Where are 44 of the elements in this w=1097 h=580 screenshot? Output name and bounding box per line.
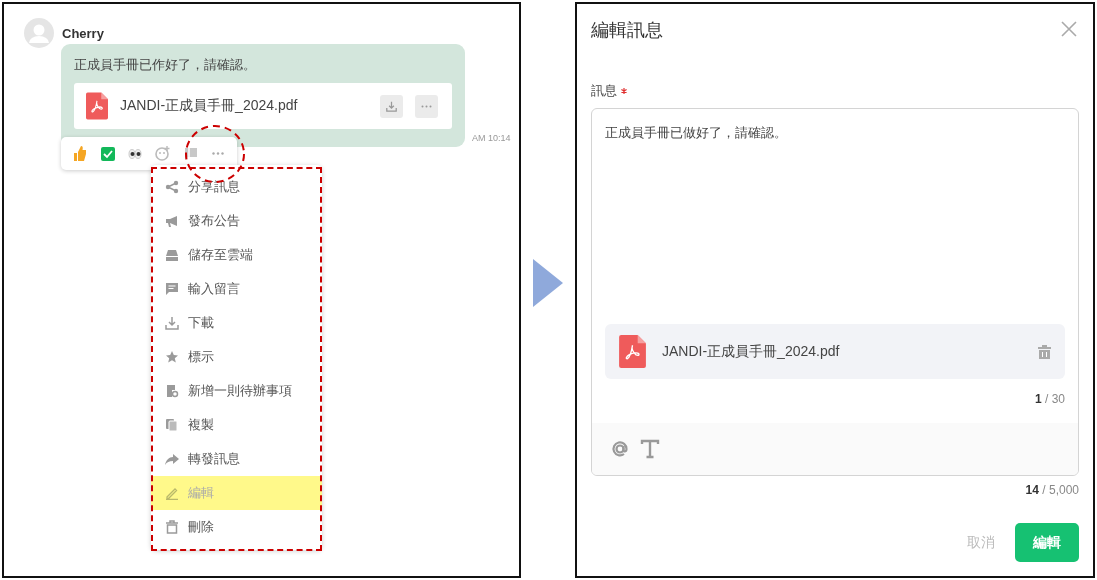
download-button[interactable] (380, 94, 403, 118)
message-value: 正成員手冊已做好了，請確認。 (604, 124, 788, 142)
menu-item[interactable]: 刪除 (151, 510, 322, 544)
avatar (24, 18, 54, 48)
more-icon (421, 104, 432, 108)
pdf-file-icon (619, 335, 646, 368)
dialog-title: 編輯訊息 (591, 19, 663, 42)
more-button[interactable] (415, 94, 438, 118)
star-icon (165, 350, 179, 364)
thumbs-up-icon[interactable] (71, 144, 89, 163)
check-icon[interactable] (98, 144, 117, 163)
message-text: 正成員手冊已作好了，請確認。 (74, 56, 257, 74)
mention-icon[interactable] (610, 439, 630, 459)
forward-icon (165, 452, 179, 466)
character-counter: 14 / 5,000 (1024, 483, 1079, 497)
drive-icon (165, 248, 179, 262)
trash-icon (165, 520, 179, 534)
menu-item[interactable]: 發布公告 (151, 204, 322, 238)
megaphone-icon (165, 214, 179, 228)
file-name: JANDI-正成員手冊_2024.pdf (662, 342, 841, 361)
sender-name: Cherry (62, 25, 104, 41)
pencil-icon (165, 486, 179, 500)
todo-icon (165, 384, 179, 398)
arrow-icon (533, 259, 563, 307)
share-icon (165, 180, 179, 194)
download-icon (165, 316, 179, 330)
menu-item[interactable]: 儲存至雲端 (151, 238, 322, 272)
file-name: JANDI-正成員手冊_2024.pdf (120, 97, 299, 115)
menu-item[interactable]: 下載 (151, 306, 322, 340)
message-time: AM 10:14 (472, 133, 511, 143)
menu-item[interactable]: 轉發訊息 (151, 442, 322, 476)
file-counter: 1 / 30 (1033, 391, 1066, 408)
menu-item[interactable]: 輸入留言 (151, 272, 322, 306)
download-icon (386, 100, 397, 112)
copy-icon (165, 418, 179, 432)
text-format-icon[interactable] (640, 439, 660, 459)
field-label: 訊息 (591, 82, 617, 100)
add-emoji-icon[interactable] (154, 144, 172, 163)
menu-item[interactable]: 新增一則待辦事項 (151, 374, 322, 408)
menu-item[interactable]: 標示 (151, 340, 322, 374)
pdf-file-icon (86, 92, 108, 120)
menu-item[interactable]: 複製 (151, 408, 322, 442)
message-field[interactable]: 正成員手冊已做好了，請確認。 JANDI-正成員手冊_2024.pdf 1 / 30 (591, 108, 1079, 476)
trash-icon[interactable] (1038, 344, 1051, 359)
